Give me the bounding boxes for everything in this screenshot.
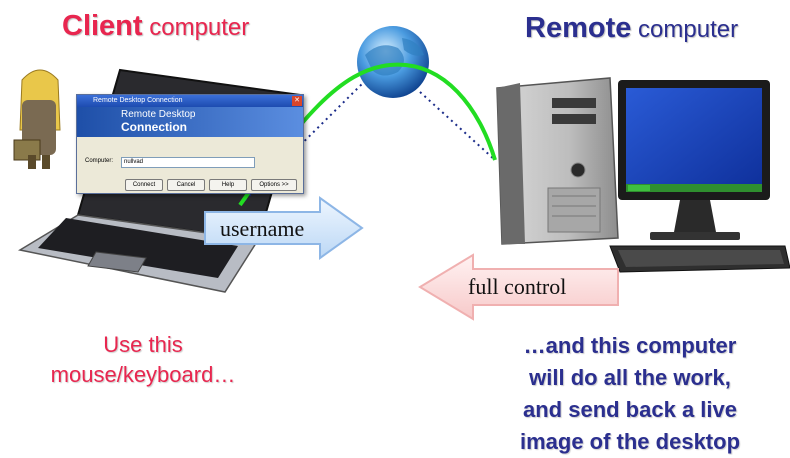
- client-heading-rest: computer: [142, 14, 250, 41]
- remote-heading: Remote computer: [525, 12, 738, 45]
- remote-heading-rest: computer: [631, 16, 739, 43]
- connect-button[interactable]: Connect: [125, 179, 163, 191]
- client-caption-line2: mouse/keyboard…: [50, 362, 236, 387]
- client-caption-line1: Use this: [103, 332, 183, 357]
- client-heading-bold: Client: [62, 10, 143, 42]
- globe-icon: [357, 26, 429, 98]
- remote-caption: …and this computer will do all the work,…: [470, 330, 790, 458]
- tower-pc: [496, 77, 619, 245]
- rdc-title-bar: Remote Desktop Connection ✕: [77, 95, 303, 107]
- client-heading: Client computer: [62, 10, 249, 43]
- remote-caption-line3: and send back a live: [523, 397, 737, 422]
- help-button[interactable]: Help: [209, 179, 247, 191]
- rdc-banner-line2: Connection: [121, 120, 187, 134]
- username-arrow-label: username: [220, 216, 305, 241]
- close-icon[interactable]: ✕: [292, 96, 302, 106]
- rdc-dialog: Remote Desktop Connection ✕ Remote Deskt…: [76, 94, 304, 194]
- monitor: [618, 80, 770, 240]
- person-figure: [13, 69, 61, 169]
- remote-caption-line2: will do all the work,: [529, 365, 731, 390]
- rdc-banner: Remote Desktop Connection: [77, 107, 303, 137]
- options-button[interactable]: Options >>: [251, 179, 297, 191]
- computer-input[interactable]: nullvad: [121, 157, 255, 168]
- remote-caption-line4: image of the desktop: [519, 429, 741, 454]
- cancel-button[interactable]: Cancel: [167, 179, 205, 191]
- remote-caption-line1: …and this computer: [523, 333, 737, 358]
- remote-heading-bold: Remote: [525, 12, 632, 44]
- rdc-computer-label: Computer:: [85, 158, 114, 164]
- rdc-title: Remote Desktop Connection: [93, 97, 183, 104]
- full-control-arrow-label: full control: [468, 274, 567, 299]
- client-caption: Use this mouse/keyboard…: [18, 330, 268, 390]
